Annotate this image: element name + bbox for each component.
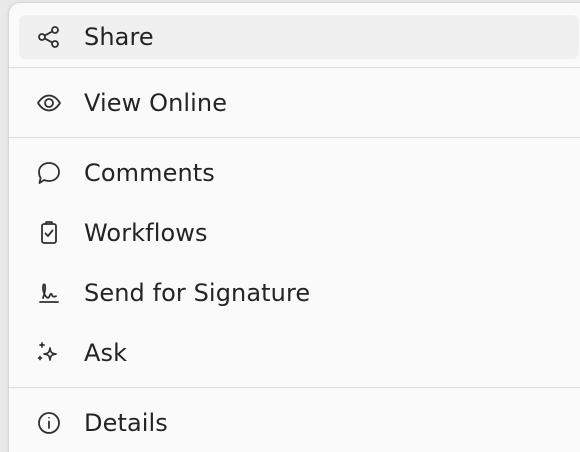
menu-divider — [9, 387, 580, 388]
menu-item-details-label: Details — [84, 409, 168, 437]
menu-item-details[interactable]: Details — [19, 401, 579, 445]
screenshot-canvas: Share View Online Comments Workflows Sen… — [0, 0, 580, 452]
info-icon — [35, 409, 63, 437]
menu-item-share-label: Share — [84, 23, 154, 51]
share-icon — [35, 23, 63, 51]
menu-item-ask[interactable]: Ask — [19, 331, 579, 375]
menu-item-send-for-signature-label: Send for Signature — [84, 279, 311, 307]
menu-item-workflows-label: Workflows — [84, 219, 208, 247]
menu-item-share[interactable]: Share — [19, 15, 579, 59]
context-menu: Share View Online Comments Workflows Sen… — [8, 2, 580, 452]
menu-item-send-for-signature[interactable]: Send for Signature — [19, 271, 579, 315]
menu-item-comments-label: Comments — [84, 159, 215, 187]
menu-item-view-online-label: View Online — [84, 89, 228, 117]
menu-divider — [9, 67, 580, 68]
signature-icon — [35, 279, 63, 307]
eye-icon — [35, 89, 63, 117]
background-text-fragment — [0, 14, 6, 36]
comment-bubble-icon — [35, 159, 63, 187]
menu-item-view-online[interactable]: View Online — [19, 81, 579, 125]
menu-item-ask-label: Ask — [84, 339, 128, 367]
menu-item-workflows[interactable]: Workflows — [19, 211, 579, 255]
clipboard-check-icon — [35, 219, 63, 247]
sparkle-icon — [35, 339, 63, 367]
menu-item-comments[interactable]: Comments — [19, 151, 579, 195]
menu-divider — [9, 137, 580, 138]
